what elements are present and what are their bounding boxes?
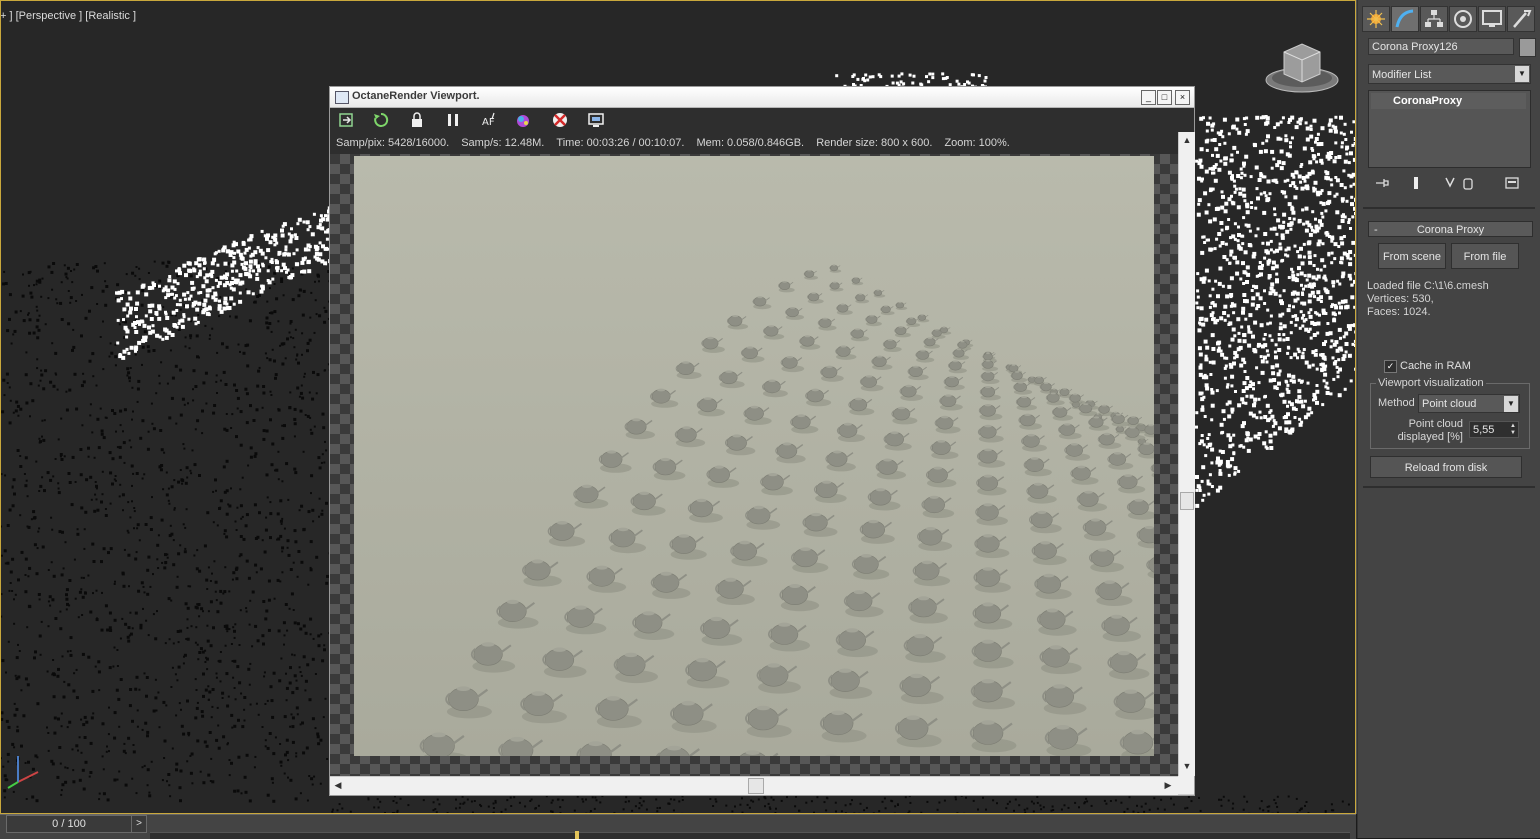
- cache-in-ram-label: Cache in RAM: [1400, 360, 1471, 372]
- utilities-tab[interactable]: [1507, 6, 1535, 32]
- maximize-button[interactable]: □: [1157, 90, 1172, 105]
- scroll-up-arrow-icon[interactable]: ▲: [1179, 132, 1195, 148]
- point-cloud-label-line2: displayed [%]: [1397, 431, 1463, 443]
- clear-picker-icon[interactable]: [551, 111, 569, 129]
- svg-text:AF: AF: [482, 117, 495, 128]
- focus-picker-icon[interactable]: AF: [480, 111, 498, 129]
- object-name-field[interactable]: Corona Proxy126: [1368, 38, 1514, 55]
- next-frame-button[interactable]: >: [131, 815, 147, 833]
- viewport-visualization-title: Viewport visualization: [1376, 377, 1486, 389]
- close-button[interactable]: ×: [1175, 90, 1190, 105]
- object-color-swatch[interactable]: [1519, 38, 1536, 57]
- remove-modifier-icon[interactable]: [1460, 175, 1476, 191]
- cache-in-ram-checkbox[interactable]: ✓: [1384, 360, 1397, 373]
- method-dropdown[interactable]: Point cloud ▼: [1418, 394, 1520, 413]
- hierarchy-tab[interactable]: [1420, 6, 1448, 32]
- create-tab-icon: [1367, 10, 1385, 28]
- method-value: Point cloud: [1422, 398, 1477, 410]
- stack-item-coronaproxy[interactable]: CoronaProxy: [1371, 93, 1526, 109]
- chevron-down-icon: ▼: [1504, 396, 1518, 412]
- render-canvas[interactable]: [330, 154, 1178, 776]
- vertical-scrollbar[interactable]: ▲ ▼: [1178, 132, 1195, 776]
- point-cloud-label: Point cloud displayed [%]: [1371, 418, 1463, 444]
- show-end-result-icon[interactable]: [1408, 175, 1424, 191]
- material-picker-icon[interactable]: [515, 111, 533, 129]
- restart-icon[interactable]: [372, 111, 390, 129]
- lock-icon[interactable]: [408, 111, 426, 129]
- scroll-right-arrow-icon[interactable]: ▶: [1160, 777, 1176, 793]
- chevron-down-icon: ▼: [1515, 66, 1529, 82]
- make-unique-icon[interactable]: [1442, 175, 1458, 191]
- modify-tab-icon: [1395, 9, 1414, 28]
- horizontal-scrollbar[interactable]: ◀ ▶: [330, 776, 1178, 795]
- corona-proxy-rollout-header[interactable]: - Corona Proxy: [1368, 221, 1533, 237]
- samples-per-second: Samp/s: 12.48M.: [461, 137, 545, 149]
- from-file-button[interactable]: From file: [1451, 243, 1519, 269]
- utilities-tab-icon: [1513, 10, 1532, 28]
- vertical-scroll-thumb[interactable]: [1180, 492, 1194, 510]
- collapse-icon: -: [1374, 224, 1378, 236]
- axis-gizmo-icon: [7, 756, 39, 789]
- minimize-button[interactable]: _: [1141, 90, 1156, 105]
- method-label: Method: [1378, 397, 1415, 409]
- render-image[interactable]: [354, 156, 1154, 756]
- faces-count: Faces: 1024.: [1367, 306, 1431, 318]
- modify-tab[interactable]: [1391, 6, 1419, 32]
- display-tab-icon: [1482, 10, 1502, 27]
- panel-divider: [1363, 486, 1535, 488]
- viewcube-icon[interactable]: [1262, 38, 1342, 98]
- point-cloud-label-line1: Point cloud: [1408, 418, 1463, 430]
- create-tab[interactable]: [1362, 6, 1390, 32]
- configure-sets-icon[interactable]: [1504, 175, 1520, 191]
- zoom-level: Zoom: 100%.: [944, 137, 1010, 149]
- scroll-left-arrow-icon[interactable]: ◀: [330, 777, 346, 793]
- command-panel: Corona Proxy126 Modifier List ▼ CoronaPr…: [1357, 0, 1540, 838]
- rollout-title: Corona Proxy: [1416, 224, 1485, 236]
- render-time: Time: 00:03:26 / 00:10:07.: [556, 137, 685, 149]
- display-tab[interactable]: [1478, 6, 1506, 32]
- pin-stack-icon[interactable]: [1374, 175, 1390, 191]
- time-slider-bar: 0 / 100 >: [0, 814, 1356, 839]
- memory-usage: Mem: 0.058/0.846GB.: [696, 137, 805, 149]
- samples-per-pixel: Samp/pix: 5428/16000.: [336, 137, 450, 149]
- horizontal-scroll-thumb[interactable]: [748, 778, 764, 794]
- modifier-list-label: Modifier List: [1372, 69, 1432, 81]
- viewport-visualization-group: Viewport visualization Method Point clou…: [1370, 377, 1530, 449]
- time-slider[interactable]: 0 / 100: [6, 815, 132, 833]
- octane-titlebar[interactable]: OctaneRender Viewport. _ □ ×: [330, 87, 1194, 108]
- resize-grip[interactable]: [1178, 776, 1194, 794]
- point-cloud-value: 5,55: [1473, 424, 1495, 436]
- render-size: Render size: 800 x 600.: [816, 137, 933, 149]
- loaded-file-text: Loaded file C:\1\6.cmesh: [1367, 280, 1489, 292]
- window-app-icon: [335, 91, 349, 104]
- point-cloud-spinner[interactable]: 5,55 ▲ ▼: [1469, 421, 1519, 438]
- octane-window-title: OctaneRender Viewport.: [352, 90, 480, 102]
- octane-render-window: OctaneRender Viewport. _ □ × AF Samp/pix…: [329, 86, 1195, 796]
- modifier-stack: CoronaProxy: [1368, 90, 1531, 168]
- octane-status-bar: Samp/pix: 5428/16000. Samp/s: 12.48M. Ti…: [330, 132, 1178, 154]
- pause-icon[interactable]: [444, 111, 462, 129]
- motion-tab-icon: [1454, 10, 1472, 28]
- panel-divider: [1363, 207, 1535, 209]
- modifier-list-dropdown[interactable]: Modifier List ▼: [1368, 64, 1531, 84]
- spinner-arrows-icon[interactable]: ▲ ▼: [1510, 423, 1516, 437]
- octane-toolbar: AF: [330, 108, 1194, 132]
- stack-toolbar: [1368, 172, 1533, 194]
- vertices-count: Vertices: 530,: [1367, 293, 1434, 305]
- from-scene-button[interactable]: From scene: [1378, 243, 1446, 269]
- hierarchy-tab-icon: [1425, 10, 1443, 27]
- viewport-label[interactable]: + ] [Perspective ] [Realistic ]: [0, 10, 136, 22]
- motion-tab[interactable]: [1449, 6, 1477, 32]
- scroll-down-arrow-icon[interactable]: ▼: [1179, 758, 1195, 774]
- region-render-icon[interactable]: [587, 111, 605, 129]
- reload-from-disk-button[interactable]: Reload from disk: [1370, 456, 1522, 478]
- send-scene-icon[interactable]: [338, 111, 356, 129]
